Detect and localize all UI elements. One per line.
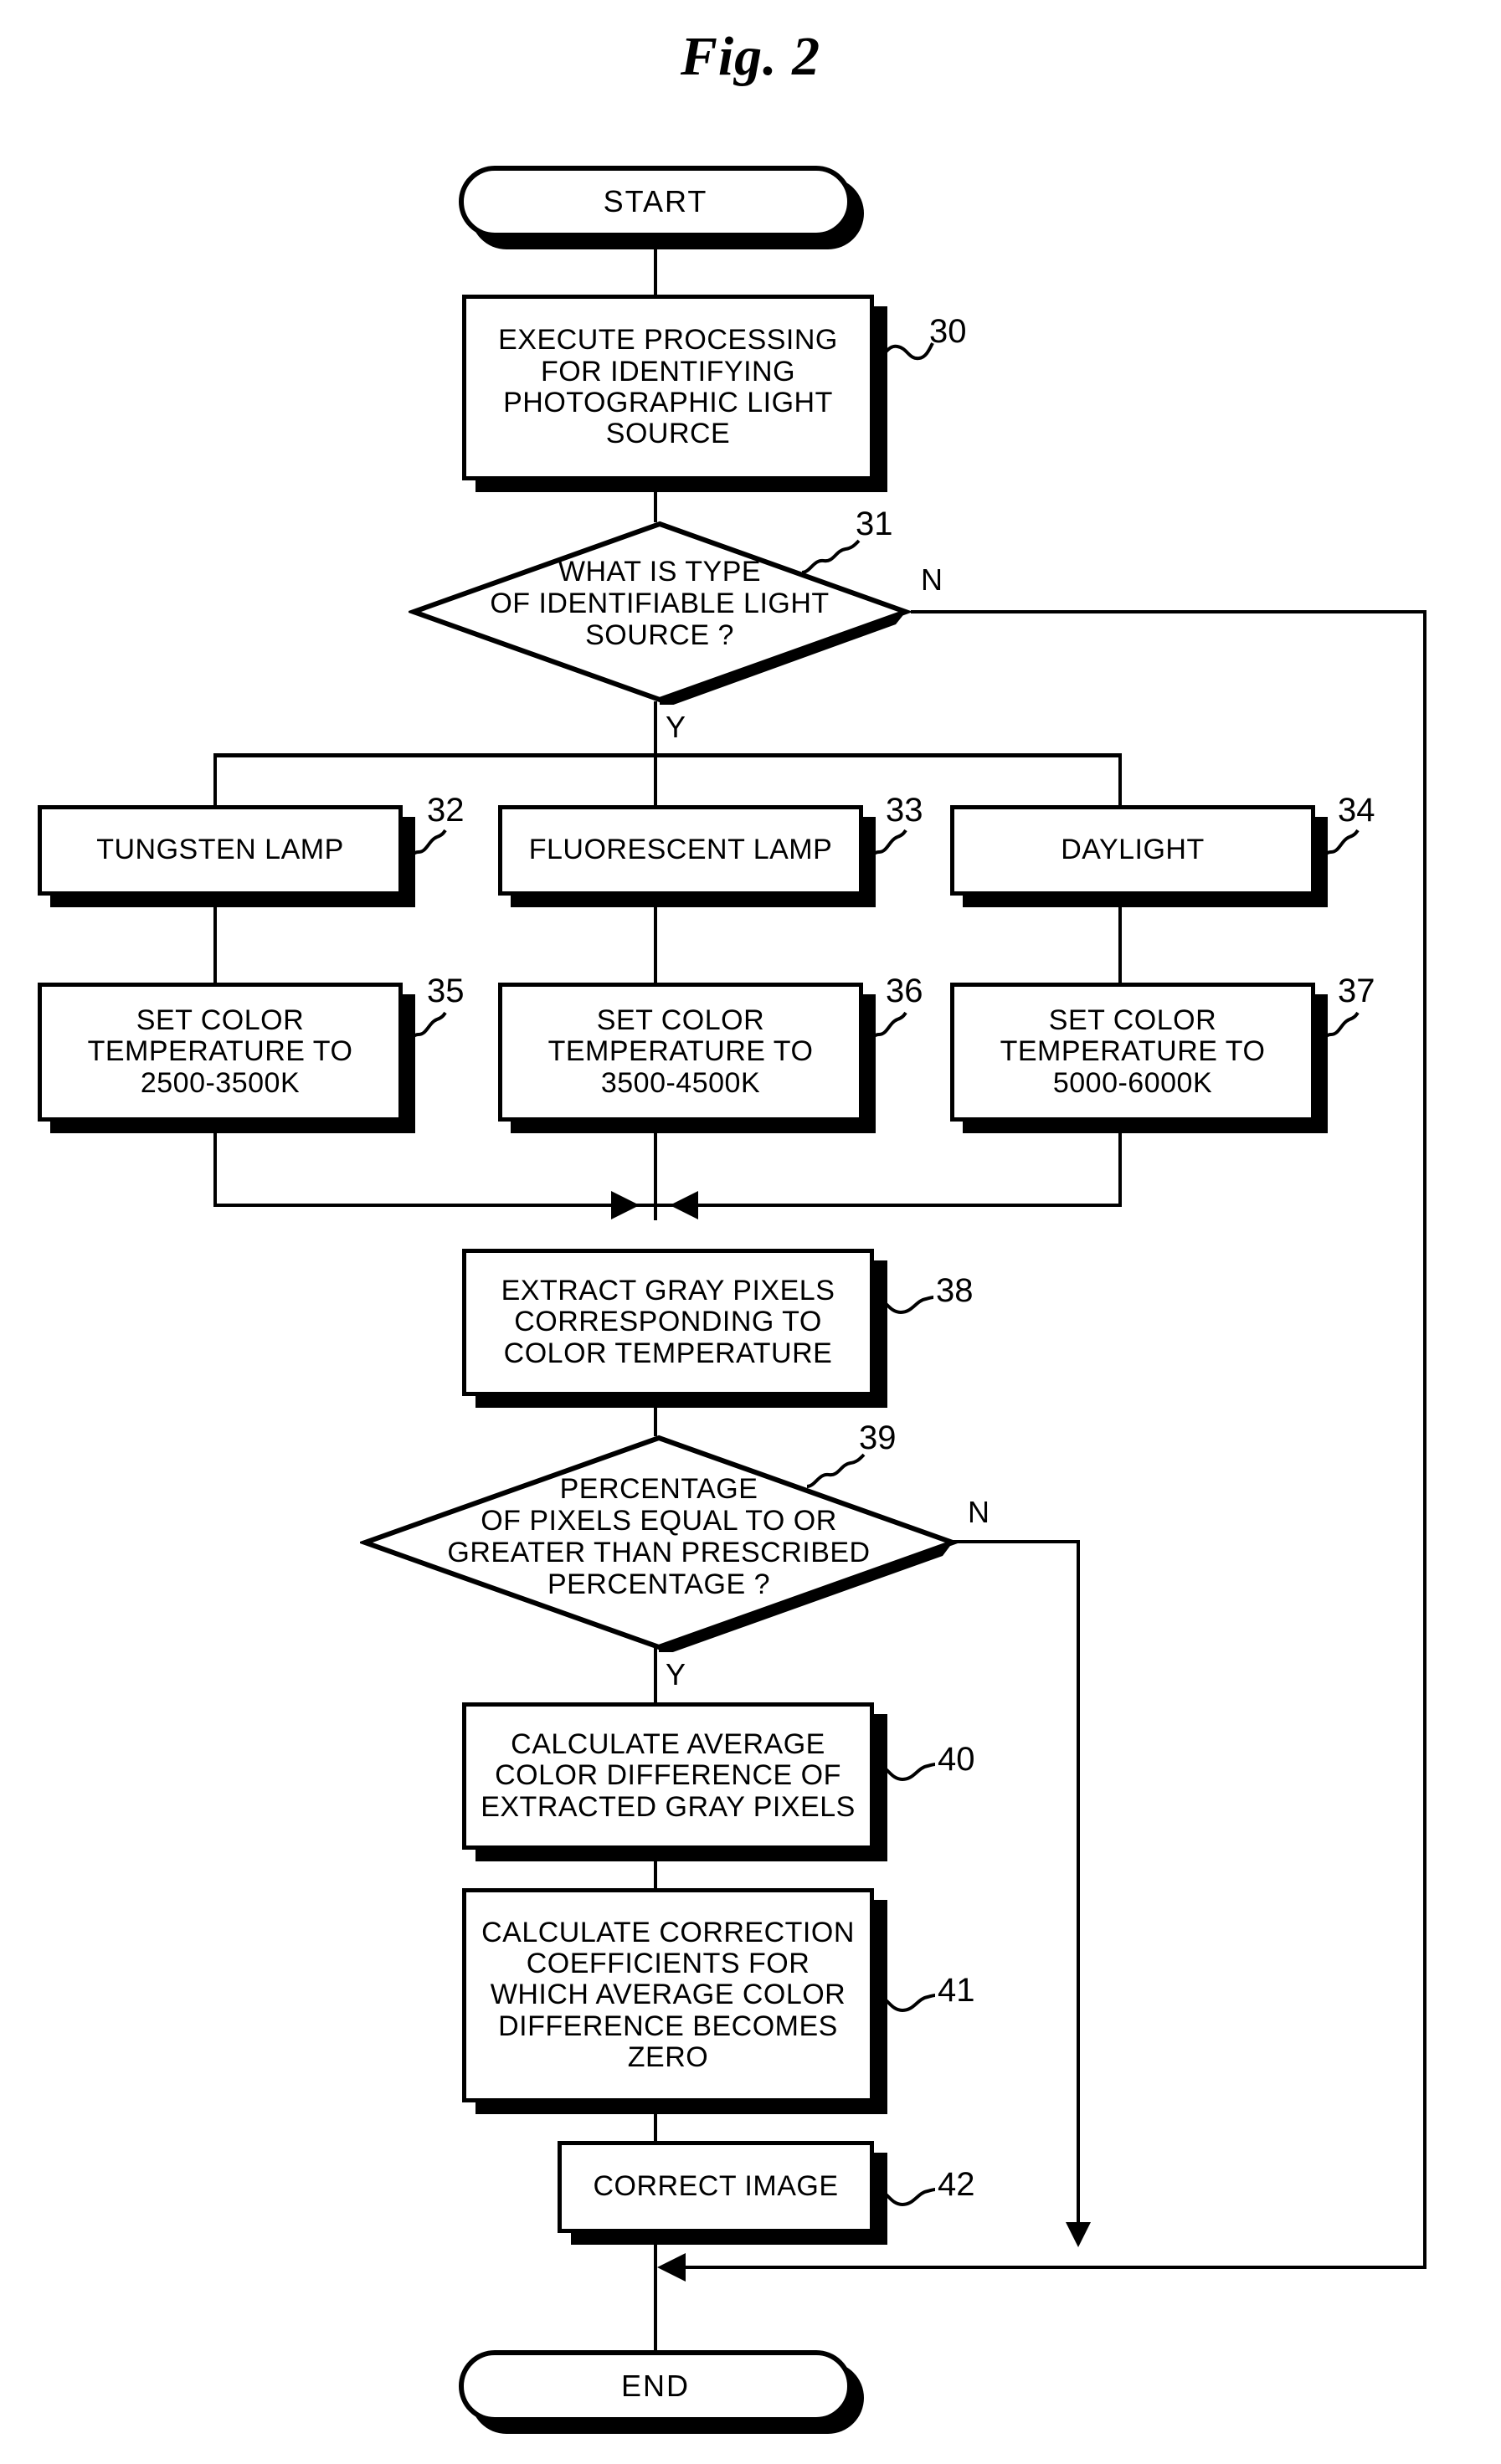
leader-line-37	[1313, 1011, 1360, 1050]
edge-31-no-vertical	[1423, 610, 1426, 2267]
node-set-color-temp-3500-4500[interactable]: SET COLOR TEMPERATURE TO 3500-4500K	[498, 983, 863, 1122]
edge-42-to-end	[654, 2233, 657, 2352]
leader-line-38	[876, 1289, 934, 1317]
merge-arrow-from-right	[670, 1191, 698, 1219]
fanout-bus-top	[213, 753, 1122, 757]
node-32-label: TUNGSTEN LAMP	[96, 834, 344, 866]
node-37-label: SET COLOR TEMPERATURE TO 5000-6000K	[1000, 1004, 1266, 1099]
node-35-label: SET COLOR TEMPERATURE TO 2500-3500K	[87, 1004, 353, 1099]
leader-line-32	[400, 829, 447, 867]
branch-label-39-yes: Y	[666, 1657, 686, 1691]
node-36-label: SET COLOR TEMPERATURE TO 3500-4500K	[547, 1004, 814, 1099]
edge-32-to-35	[213, 896, 217, 983]
edge-39-no-vertical	[1077, 1540, 1080, 2228]
node-fluorescent-lamp[interactable]: FLUORESCENT LAMP	[498, 805, 863, 896]
node-start-label: START	[603, 184, 708, 219]
ref-numeral-40: 40	[938, 1741, 975, 1778]
node-40-label: CALCULATE AVERAGE COLOR DIFFERENCE OF EX…	[481, 1727, 856, 1823]
edge-33-to-36	[654, 896, 657, 983]
node-calculate-average-color-difference[interactable]: CALCULATE AVERAGE COLOR DIFFERENCE OF EX…	[462, 1702, 874, 1850]
leader-line-41	[877, 1987, 936, 2015]
node-41-label: CALCULATE CORRECTION COEFFICIENTS FOR WH…	[481, 1916, 855, 2074]
ref-numeral-38: 38	[936, 1272, 974, 1309]
node-39-label: PERCENTAGE OF PIXELS EQUAL TO OR GREATER…	[447, 1473, 871, 1601]
node-30-label: EXECUTE PROCESSING FOR IDENTIFYING PHOTO…	[498, 324, 838, 450]
edge-31-no-return-horizontal	[666, 2266, 1426, 2269]
node-42-label: CORRECT IMAGE	[593, 2170, 839, 2203]
node-daylight[interactable]: DAYLIGHT	[950, 805, 1315, 896]
ref-numeral-32: 32	[427, 792, 465, 829]
ref-numeral-31: 31	[856, 506, 893, 542]
arrow-into-end-trunk	[657, 2253, 686, 2282]
leader-line-31	[800, 539, 861, 576]
ref-numeral-33: 33	[886, 792, 923, 829]
edge-34-to-37	[1118, 896, 1122, 983]
arrow-39-no-into-trunk	[1066, 2222, 1091, 2247]
leader-line-30	[876, 335, 934, 368]
leader-line-35	[400, 1011, 447, 1050]
node-end[interactable]: END	[459, 2350, 852, 2422]
edge-31-no-horizontal	[911, 610, 1426, 613]
node-38-label: EXTRACT GRAY PIXELS CORRESPONDING TO COL…	[501, 1274, 835, 1369]
ref-numeral-35: 35	[427, 973, 465, 1009]
branch-label-39-no: N	[968, 1495, 990, 1529]
leader-line-36	[861, 1011, 907, 1050]
ref-numeral-39: 39	[859, 1419, 897, 1456]
node-34-label: DAYLIGHT	[1061, 834, 1205, 866]
node-extract-gray-pixels[interactable]: EXTRACT GRAY PIXELS CORRESPONDING TO COL…	[462, 1249, 874, 1396]
node-start[interactable]: START	[459, 166, 852, 238]
node-set-color-temp-5000-6000[interactable]: SET COLOR TEMPERATURE TO 5000-6000K	[950, 983, 1315, 1122]
leader-line-33	[861, 829, 907, 867]
figure-page: Fig. 2 START EXECUTE PROCESSING FOR IDEN…	[0, 0, 1501, 2464]
fanout-drop-left	[213, 753, 217, 805]
ref-numeral-36: 36	[886, 973, 923, 1009]
ref-numeral-37: 37	[1338, 973, 1375, 1009]
leader-line-42	[877, 2181, 936, 2210]
node-end-label: END	[620, 2369, 690, 2404]
merge-drop-left	[213, 1122, 217, 1205]
merge-arrow-from-left	[611, 1191, 640, 1219]
edge-39-yes-down	[654, 1647, 657, 1702]
node-correct-image[interactable]: CORRECT IMAGE	[558, 2141, 874, 2233]
fanout-drop-center	[654, 753, 657, 805]
ref-numeral-30: 30	[929, 313, 967, 350]
figure-title: Fig. 2	[680, 26, 821, 87]
ref-numeral-41: 41	[938, 1972, 975, 2009]
branch-label-31-no: N	[921, 562, 943, 597]
edge-39-no-horizontal	[953, 1540, 1080, 1543]
merge-drop-right	[1118, 1122, 1122, 1205]
node-tungsten-lamp[interactable]: TUNGSTEN LAMP	[38, 805, 403, 896]
branch-label-31-yes: Y	[666, 710, 686, 744]
node-33-label: FLUORESCENT LAMP	[528, 834, 833, 866]
node-execute-processing[interactable]: EXECUTE PROCESSING FOR IDENTIFYING PHOTO…	[462, 295, 874, 480]
leader-line-39	[805, 1453, 866, 1490]
edge-31-yes-down	[654, 701, 657, 755]
node-calculate-correction-coefficients[interactable]: CALCULATE CORRECTION COEFFICIENTS FOR WH…	[462, 1888, 874, 2102]
node-set-color-temp-2500-3500[interactable]: SET COLOR TEMPERATURE TO 2500-3500K	[38, 983, 403, 1122]
ref-numeral-34: 34	[1338, 792, 1375, 829]
fanout-drop-right	[1118, 753, 1122, 805]
leader-line-40	[877, 1756, 936, 1784]
leader-line-34	[1313, 829, 1360, 867]
merge-bus-bottom	[213, 1204, 1122, 1207]
ref-numeral-42: 42	[938, 2166, 975, 2203]
